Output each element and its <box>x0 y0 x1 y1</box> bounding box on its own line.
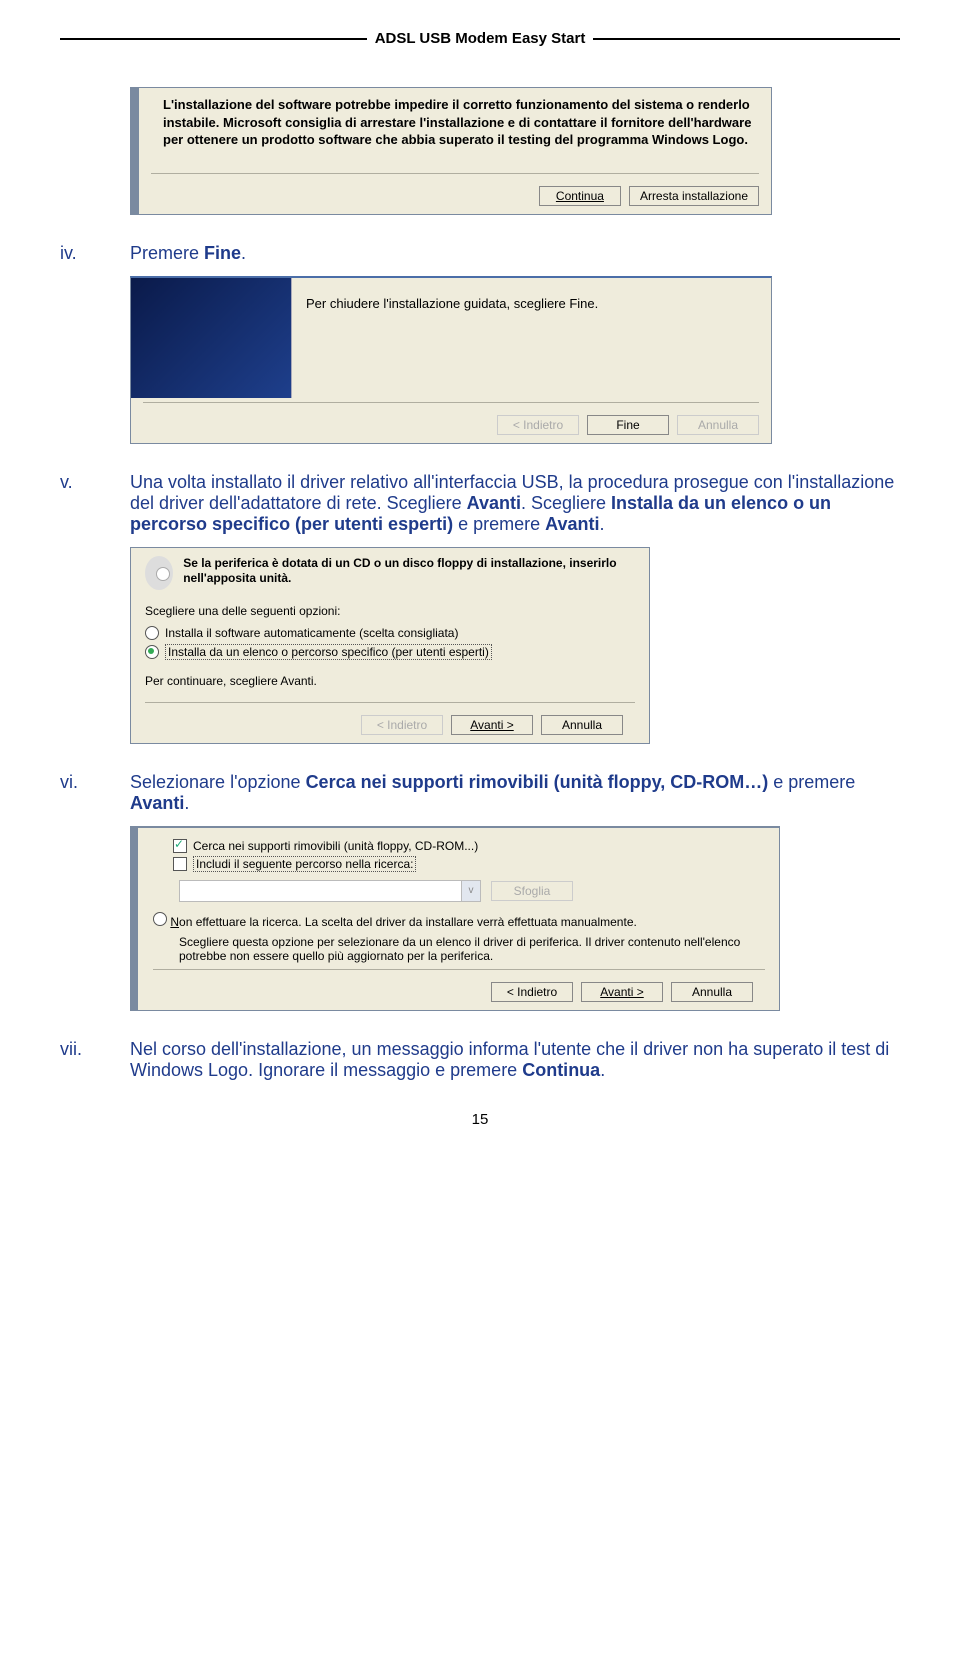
cd-icon <box>145 556 173 590</box>
browse-button: Sfoglia <box>491 881 573 901</box>
step-marker: vii. <box>60 1039 130 1081</box>
cancel-button[interactable]: Annulla <box>671 982 753 1002</box>
dialog-choose-method: Se la periferica è dotata di un CD o un … <box>130 547 650 744</box>
stop-button[interactable]: Arresta installazione <box>629 186 759 206</box>
step-vi: vi. Selezionare l'opzione Cerca nei supp… <box>60 772 900 814</box>
option-specific[interactable]: Installa da un elenco o percorso specifi… <box>145 644 635 660</box>
page-header: ADSL USB Modem Easy Start <box>60 30 900 47</box>
next-button[interactable]: Avanti > <box>581 982 663 1002</box>
step-iv: iv. Premere Fine. <box>60 243 900 264</box>
page-number: 15 <box>60 1111 900 1128</box>
path-input[interactable]: v <box>179 880 481 902</box>
radio-off-icon <box>153 912 167 926</box>
step-marker: vi. <box>60 772 130 814</box>
choose-label: Scegliere una delle seguenti opzioni: <box>145 604 635 618</box>
finish-text: Per chiudere l'installazione guidata, sc… <box>306 296 757 311</box>
continue-button[interactable]: Continua <box>539 186 621 206</box>
dialog-finish: Per chiudere l'installazione guidata, sc… <box>130 276 772 444</box>
finish-button[interactable]: Fine <box>587 415 669 435</box>
checkbox-off-icon <box>173 857 187 871</box>
radio-off-icon <box>145 626 159 640</box>
next-button[interactable]: Avanti > <box>451 715 533 735</box>
cancel-button[interactable]: Annulla <box>541 715 623 735</box>
step-v: v. Una volta installato il driver relati… <box>60 472 900 535</box>
dropdown-icon[interactable]: v <box>461 881 480 901</box>
option-auto[interactable]: Installa il software automaticamente (sc… <box>145 626 635 640</box>
checkbox-removable[interactable]: Cerca nei supporti rimovibili (unità flo… <box>173 839 765 853</box>
step-marker: v. <box>60 472 130 535</box>
warning-text: L'installazione del software potrebbe im… <box>163 96 755 149</box>
radio-on-icon <box>145 645 159 659</box>
header-title: ADSL USB Modem Easy Start <box>367 30 594 47</box>
dialog-logo-warning: L'installazione del software potrebbe im… <box>130 87 772 215</box>
checkbox-include-path[interactable]: Includi il seguente percorso nella ricer… <box>173 856 765 872</box>
wizard-art <box>131 278 292 398</box>
back-button[interactable]: < Indietro <box>491 982 573 1002</box>
intro-text: Se la periferica è dotata di un CD o un … <box>183 556 635 590</box>
step-marker: iv. <box>60 243 130 264</box>
no-search-label: on effettuare la ricerca. La scelta del … <box>179 915 637 929</box>
cancel-button: Annulla <box>677 415 759 435</box>
option-no-search[interactable]: Non effettuare la ricerca. La scelta del… <box>153 912 765 929</box>
checkbox-on-icon <box>173 839 187 853</box>
dialog-search-options: Cerca nei supporti rimovibili (unità flo… <box>130 826 780 1011</box>
back-button: < Indietro <box>497 415 579 435</box>
continue-label: Per continuare, scegliere Avanti. <box>145 674 635 688</box>
back-button: < Indietro <box>361 715 443 735</box>
step-vii: vii. Nel corso dell'installazione, un me… <box>60 1039 900 1081</box>
no-search-sub: Scegliere questa opzione per selezionare… <box>179 935 765 963</box>
